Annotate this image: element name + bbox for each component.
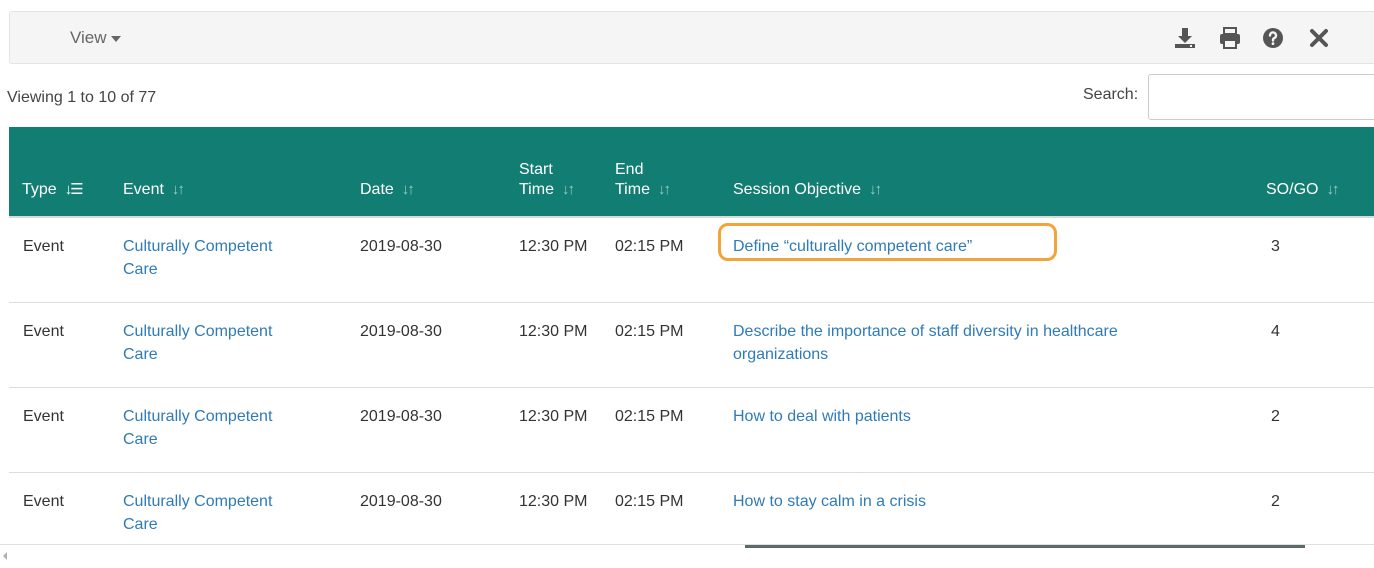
column-header-date[interactable]: Date ↓↑	[360, 180, 415, 200]
column-header-so-go[interactable]: SO/GO ↓↑	[1266, 180, 1339, 200]
view-dropdown-button[interactable]: View	[70, 12, 121, 63]
close-icon[interactable]	[1307, 26, 1331, 50]
table-header: Type ↓☰ Event ↓↑ Date ↓↑ Start Time ↓↑ End T…	[9, 127, 1374, 216]
sort-icon: ↓↑	[171, 181, 185, 198]
toolbar: View	[9, 11, 1374, 64]
session-objective-link[interactable]: How to stay calm in a crisis	[733, 490, 926, 513]
cell-end-time: 02:15 PM	[615, 408, 684, 425]
cell-end-time: 02:15 PM	[615, 493, 684, 510]
scrollbar-thumb[interactable]	[745, 545, 1305, 548]
caret-down-icon	[110, 35, 121, 42]
sort-ascending-icon: ↓☰	[64, 181, 84, 198]
view-label: View	[70, 28, 107, 47]
highlight-annotation	[718, 223, 1057, 261]
column-header-session-objective[interactable]: Session Objective ↓↑	[733, 180, 882, 200]
cell-date: 2019-08-30	[360, 493, 442, 510]
cell-type: Event	[23, 238, 64, 255]
cell-so-go: 4	[1271, 323, 1280, 340]
cell-so-go: 2	[1271, 493, 1280, 510]
search-input[interactable]	[1148, 74, 1374, 120]
cell-start-time: 12:30 PM	[519, 493, 588, 510]
sort-icon: ↓↑	[657, 181, 671, 198]
cell-date: 2019-08-30	[360, 408, 442, 425]
help-icon[interactable]	[1261, 26, 1285, 50]
event-link[interactable]: Culturally Competent Care	[123, 320, 272, 366]
print-icon[interactable]	[1218, 26, 1242, 50]
table-row: Event Culturally Competent Care 2019-08-…	[9, 388, 1374, 473]
column-header-event[interactable]: Event ↓↑	[123, 180, 185, 200]
cell-end-time: 02:15 PM	[615, 238, 684, 255]
cell-end-time: 02:15 PM	[615, 323, 684, 340]
cell-type: Event	[23, 408, 64, 425]
cell-so-go: 3	[1271, 238, 1280, 255]
cell-type: Event	[23, 493, 64, 510]
viewing-count: Viewing 1 to 10 of 77	[7, 89, 157, 106]
cell-start-time: 12:30 PM	[519, 238, 588, 255]
cell-so-go: 2	[1271, 408, 1280, 425]
sort-icon: ↓↑	[1326, 181, 1339, 198]
cell-start-time: 12:30 PM	[519, 323, 588, 340]
table-row: Event Culturally Competent Care 2019-08-…	[9, 303, 1374, 388]
search-label: Search:	[1083, 86, 1139, 103]
event-link[interactable]: Culturally Competent Care	[123, 235, 272, 281]
sort-icon: ↓↑	[561, 181, 575, 198]
sort-icon: ↓↑	[869, 181, 882, 198]
cell-start-time: 12:30 PM	[519, 408, 588, 425]
session-objective-link[interactable]: Describe the importance of staff diversi…	[733, 320, 1118, 366]
cell-type: Event	[23, 323, 64, 340]
table-row: Event Culturally Competent Care 2019-08-…	[9, 218, 1374, 303]
download-icon[interactable]	[1173, 26, 1197, 50]
column-header-type[interactable]: Type ↓☰	[22, 180, 84, 200]
event-link[interactable]: Culturally Competent Care	[123, 490, 272, 536]
cell-date: 2019-08-30	[360, 323, 442, 340]
cell-date: 2019-08-30	[360, 238, 442, 255]
scroll-left-icon[interactable]	[3, 552, 7, 560]
column-header-end-time[interactable]: End Time ↓↑	[615, 160, 671, 200]
sort-icon: ↓↑	[401, 181, 415, 198]
event-link[interactable]: Culturally Competent Care	[123, 405, 272, 451]
session-objective-link[interactable]: How to deal with patients	[733, 405, 911, 428]
horizontal-scrollbar[interactable]	[0, 544, 1374, 568]
column-header-start-time[interactable]: Start Time ↓↑	[519, 160, 575, 200]
